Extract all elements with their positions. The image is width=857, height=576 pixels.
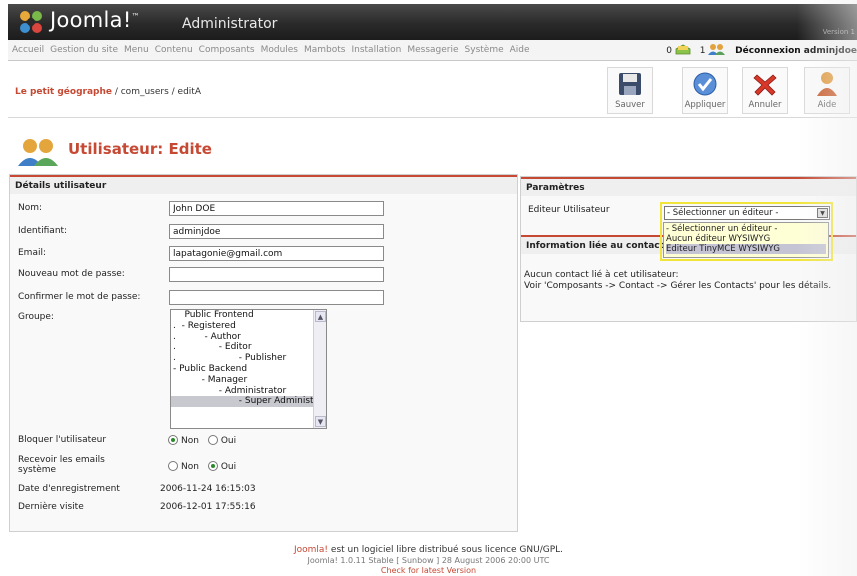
last-visit-value: 2006-12-01 17:55:16 bbox=[160, 502, 256, 512]
floppy-disk-icon bbox=[619, 73, 641, 95]
new-password-field[interactable] bbox=[169, 267, 384, 282]
menu-item-7[interactable]: Installation bbox=[351, 45, 401, 55]
block-yes-radio[interactable] bbox=[207, 435, 218, 445]
group-option[interactable]: . - Editor bbox=[171, 342, 314, 353]
user-details-heading: Détails utilisateur bbox=[10, 175, 517, 194]
editor-option[interactable]: - Sélectionner un éditeur - bbox=[666, 224, 826, 234]
group-option[interactable]: Public Frontend bbox=[171, 310, 314, 321]
save-button-label: Sauver bbox=[615, 100, 645, 110]
emails-no-label: Non bbox=[181, 462, 199, 472]
cancel-button[interactable]: Annuler bbox=[742, 67, 788, 114]
menu-item-0[interactable]: Accueil bbox=[12, 45, 44, 55]
group-option[interactable]: - Manager bbox=[171, 375, 314, 386]
editor-option[interactable]: Aucun éditeur WYSIWYG bbox=[666, 234, 826, 244]
editor-option[interactable]: Editeur TinyMCE WYSIWYG bbox=[666, 244, 826, 254]
user-details-panel: Détails utilisateur Nom: Identifiant: Em… bbox=[9, 174, 518, 532]
apply-button-label: Appliquer bbox=[684, 100, 726, 110]
group-option[interactable]: . - Registered bbox=[171, 321, 314, 332]
main-menu-bar: Accueil Gestion du site Menu Contenu Composa… bbox=[8, 40, 857, 61]
help-button-label: Aide bbox=[817, 100, 837, 110]
breadcrumb-site[interactable]: Le petit géographe bbox=[15, 87, 112, 97]
contact-info-text: Aucun contact lié à cet utilisateur: Voi… bbox=[524, 270, 831, 292]
joomla-logo-icon bbox=[20, 11, 42, 33]
footer-version: Joomla! 1.0.11 Stable [ Sunbow ] 28 Augu… bbox=[307, 556, 550, 565]
menu-item-4[interactable]: Composants bbox=[199, 45, 255, 55]
menu-item-5[interactable]: Modules bbox=[261, 45, 298, 55]
group-label: Groupe: bbox=[18, 312, 54, 322]
checkmark-icon bbox=[693, 72, 717, 96]
menu-item-1[interactable]: Gestion du site bbox=[50, 45, 118, 55]
contact-info-line1: Aucun contact lié à cet utilisateur: bbox=[524, 270, 679, 280]
joomla-link[interactable]: Joomla! bbox=[294, 545, 328, 555]
block-no-label: Non bbox=[181, 436, 199, 446]
help-button[interactable]: Aide bbox=[804, 67, 850, 114]
menu-item-2[interactable]: Menu bbox=[124, 45, 149, 55]
emails-no-radio[interactable] bbox=[168, 461, 178, 471]
email-label: Email: bbox=[18, 248, 47, 258]
page-footer: Joomla! est un logiciel libre distribué … bbox=[0, 545, 857, 575]
page-title: Utilisateur: Edite bbox=[68, 140, 212, 158]
menu-item-8[interactable]: Messagerie bbox=[407, 45, 458, 55]
footer-license: Joomla! est un logiciel libre distribué … bbox=[293, 545, 564, 555]
username-label: Identifiant: bbox=[18, 226, 68, 236]
editor-label: Editeur Utilisateur bbox=[528, 205, 610, 215]
main-menu: Accueil Gestion du site Menu Contenu Composa… bbox=[12, 45, 536, 55]
last-visit-label: Dernière visite bbox=[18, 502, 84, 512]
group-options: Public Frontend. - Registered. - Author.… bbox=[171, 310, 326, 408]
messages-count: 0 bbox=[666, 46, 672, 56]
name-label: Nom: bbox=[18, 203, 43, 213]
group-select-list[interactable]: Public Frontend. - Registered. - Author.… bbox=[170, 309, 327, 429]
block-no-radio[interactable] bbox=[168, 435, 178, 445]
block-yes-label: Oui bbox=[220, 436, 237, 446]
new-password-label: Nouveau mot de passe: bbox=[18, 269, 125, 279]
cancel-button-label: Annuler bbox=[748, 100, 782, 110]
editor-dropdown-list[interactable]: - Sélectionner un éditeur - Aucun éditeur… bbox=[663, 222, 829, 258]
name-field[interactable] bbox=[169, 201, 384, 216]
menu-item-10[interactable]: Aide bbox=[510, 45, 530, 55]
confirm-password-label: Confirmer le mot de passe: bbox=[18, 292, 141, 302]
scroll-down-icon[interactable]: ▼ bbox=[315, 416, 326, 427]
page-subtitle: Edite bbox=[168, 140, 212, 158]
user-manager-icon bbox=[18, 139, 58, 166]
group-option[interactable]: . - Publisher bbox=[171, 353, 314, 364]
apply-button[interactable]: Appliquer bbox=[682, 67, 728, 114]
mail-icon[interactable] bbox=[675, 43, 691, 55]
group-scrollbar[interactable]: ▲ ▼ bbox=[313, 310, 326, 428]
group-option[interactable]: - Public Backend bbox=[171, 364, 314, 375]
emails-yes-radio[interactable] bbox=[207, 461, 218, 471]
menu-item-6[interactable]: Mambots bbox=[304, 45, 345, 55]
group-option[interactable]: - Administrator bbox=[171, 386, 314, 397]
check-version-link[interactable]: Check for latest Version bbox=[0, 566, 857, 575]
emails-yes-label: Oui bbox=[220, 462, 237, 472]
block-user-label: Bloquer l'utilisateur bbox=[18, 435, 107, 445]
brand-name: Joomla!™ bbox=[50, 8, 140, 32]
parameters-heading: Paramètres bbox=[521, 177, 856, 196]
users-icon[interactable] bbox=[708, 43, 726, 55]
admin-header: Joomla!™ Administrator Version 1 bbox=[8, 4, 857, 40]
administrator-label: Administrator bbox=[182, 16, 278, 32]
menu-item-3[interactable]: Contenu bbox=[155, 45, 193, 55]
breadcrumb: Le petit géographe / com_users / editA bbox=[15, 87, 201, 97]
register-date-value: 2006-11-24 16:15:03 bbox=[160, 484, 256, 494]
confirm-password-field[interactable] bbox=[169, 290, 384, 305]
breadcrumb-path: / com_users / editA bbox=[111, 87, 201, 97]
users-online-count: 1 bbox=[699, 46, 706, 56]
system-emails-label: Recevoir les emails système bbox=[18, 455, 105, 475]
group-option[interactable]: . - Author bbox=[171, 332, 314, 343]
register-date-label: Date d'enregistrement bbox=[18, 484, 120, 494]
version-label: Version 1 bbox=[822, 28, 855, 36]
cancel-x-icon bbox=[753, 74, 777, 96]
group-option[interactable]: - Super Administrator bbox=[171, 396, 326, 408]
email-field[interactable] bbox=[169, 246, 384, 261]
save-button[interactable]: Sauver bbox=[607, 67, 653, 114]
logout-link[interactable]: Déconnexion adminjdoe bbox=[735, 46, 857, 56]
scroll-up-icon[interactable]: ▲ bbox=[315, 311, 326, 322]
username-field[interactable] bbox=[169, 224, 384, 239]
menu-item-9[interactable]: Système bbox=[465, 45, 504, 55]
menu-status: 0 1 Déconnexion adminjdoe bbox=[666, 43, 857, 56]
help-person-icon bbox=[817, 72, 837, 96]
contact-info-line2: Voir 'Composants -> Contact -> Gérer les… bbox=[524, 281, 832, 291]
pathway-toolbar-bar: Le petit géographe / com_users / editA S… bbox=[8, 62, 857, 118]
